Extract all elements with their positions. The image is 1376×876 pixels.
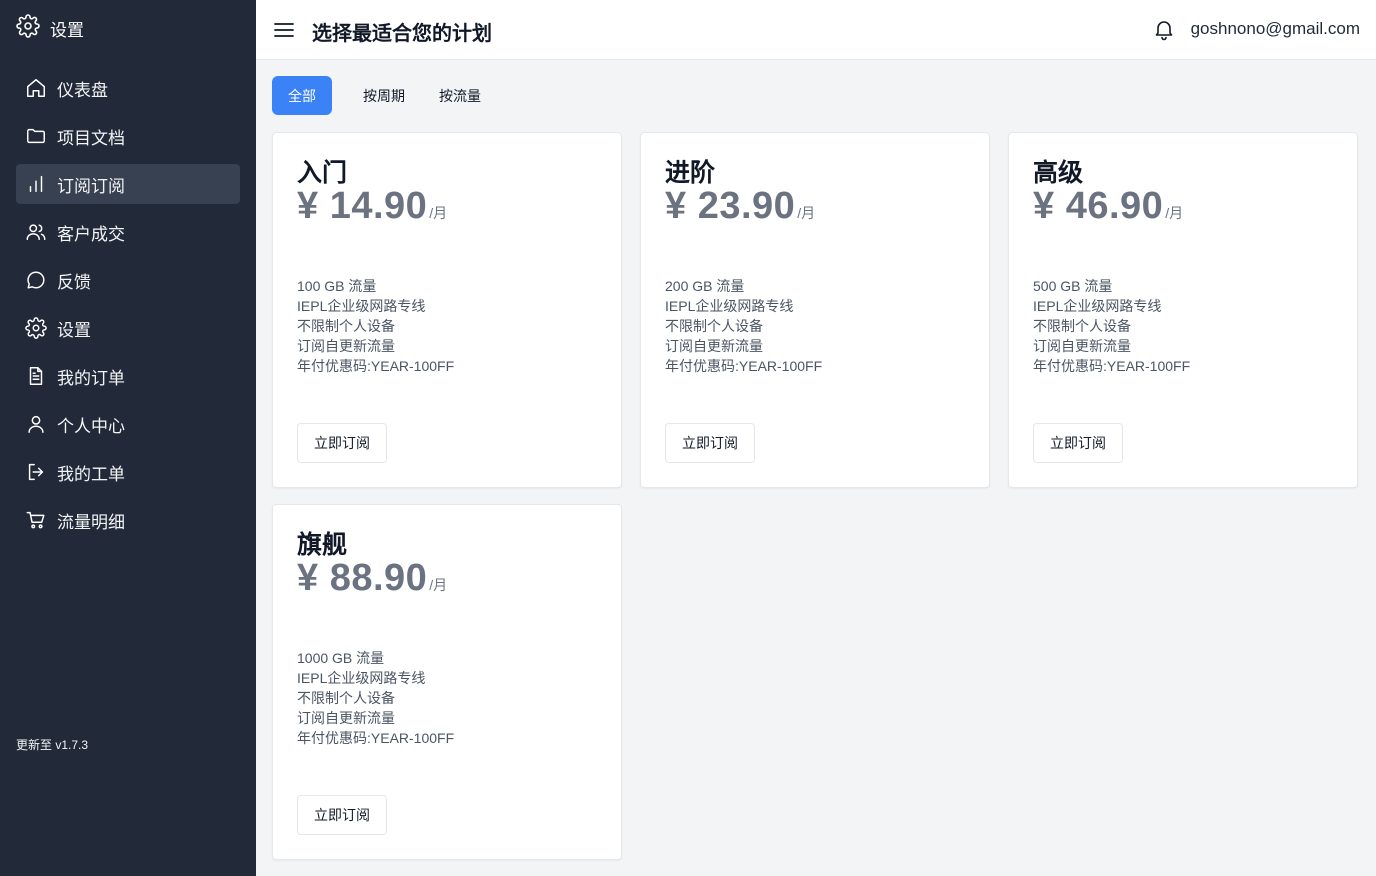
sidebar-item-dashboard[interactable]: 仪表盘 [16,68,240,108]
gear-icon [16,13,40,43]
bell-icon[interactable] [1152,17,1176,41]
sidebar-item-customers[interactable]: 客户成交 [16,212,240,252]
brand-label: 设置 [50,20,84,40]
sidebar-item-label: 个人中心 [57,416,125,436]
plan-name: 高级 [1033,159,1084,187]
sidebar-item-feedback[interactable]: 反馈 [16,260,240,300]
tab-by-period[interactable]: 按周期 [348,76,420,115]
sidebar-item-label: 流量明细 [57,512,125,532]
price-unit: /月 [1165,205,1184,221]
sidebar-item-label: 我的订单 [57,368,125,388]
plan-features: 200 GB 流量 IEPL企业级网路专线 不限制个人设备 订阅自更新流量 年付… [665,276,822,376]
plan-features: 500 GB 流量 IEPL企业级网路专线 不限制个人设备 订阅自更新流量 年付… [1033,276,1190,376]
sidebar-item-label: 反馈 [57,272,91,292]
cart-icon [25,509,47,531]
user-icon [25,413,47,435]
version-label: 更新至 v1.7.3 [16,738,89,752]
plan-price: ¥ 23.90 /月 [665,185,815,228]
plan-name: 入门 [297,159,348,187]
price-amount: ¥ 23.90 [665,185,796,227]
sidebar-item-label: 订阅订阅 [57,176,125,196]
sidebar-item-subscriptions[interactable]: 订阅订阅 [16,164,240,204]
price-unit: /月 [429,205,448,221]
plan-features: 100 GB 流量 IEPL企业级网路专线 不限制个人设备 订阅自更新流量 年付… [297,276,454,376]
subscribe-button[interactable]: 立即订阅 [1033,423,1123,463]
sidebar-item-label: 设置 [57,320,91,340]
plan-features: 1000 GB 流量 IEPL企业级网路专线 不限制个人设备 订阅自更新流量 年… [297,648,454,748]
feature-item: IEPL企业级网路专线 [297,298,426,314]
tab-all[interactable]: 全部 [272,76,332,115]
user-email[interactable]: goshnono@gmail.com [1191,19,1360,39]
gear-icon [25,317,47,339]
feature-item: 不限制个人设备 [665,318,763,334]
sidebar-brand[interactable]: 设置 [16,13,84,43]
sidebar: 设置 仪表盘 项目文档 订阅订阅 客户成交 反馈 设置 我的订单 个人中心 我的… [0,0,256,876]
chat-icon [25,269,47,291]
feature-item: 订阅自更新流量 [1033,338,1131,354]
plan-name: 进阶 [665,159,716,187]
plan-card: 高级 ¥ 46.90 /月 500 GB 流量 IEPL企业级网路专线 不限制个… [1008,132,1358,488]
sidebar-item-profile[interactable]: 个人中心 [16,404,240,444]
page-title: 选择最适合您的计划 [312,23,492,45]
sidebar-item-settings[interactable]: 设置 [16,308,240,348]
price-unit: /月 [429,577,448,593]
feature-item: 订阅自更新流量 [665,338,763,354]
price-amount: ¥ 46.90 [1033,185,1164,227]
price-unit: /月 [797,205,816,221]
sidebar-item-label: 客户成交 [57,224,125,244]
plan-price: ¥ 46.90 /月 [1033,185,1183,228]
bar-chart-icon [25,173,47,195]
feature-item: 不限制个人设备 [297,318,395,334]
feature-item: IEPL企业级网路专线 [1033,298,1162,314]
plan-filter-tabs: 全部 按周期 按流量 [272,76,500,115]
plan-card: 进阶 ¥ 23.90 /月 200 GB 流量 IEPL企业级网路专线 不限制个… [640,132,990,488]
home-icon [25,77,47,99]
sidebar-item-label: 项目文档 [57,128,125,148]
top-header: 选择最适合您的计划 goshnono@gmail.com [256,0,1376,60]
tab-by-traffic[interactable]: 按流量 [424,76,496,115]
price-amount: ¥ 14.90 [297,185,428,227]
menu-icon[interactable] [272,18,296,42]
feature-item: 订阅自更新流量 [297,338,395,354]
folder-icon [25,125,47,147]
feature-item: 订阅自更新流量 [297,710,395,726]
feature-item: 不限制个人设备 [297,690,395,706]
feature-item: 不限制个人设备 [1033,318,1131,334]
feature-item: 100 GB 流量 [297,278,377,294]
sidebar-item-traffic[interactable]: 流量明细 [16,500,240,540]
sidebar-item-tickets[interactable]: 我的工单 [16,452,240,492]
subscribe-button[interactable]: 立即订阅 [665,423,755,463]
plan-card: 入门 ¥ 14.90 /月 100 GB 流量 IEPL企业级网路专线 不限制个… [272,132,622,488]
feature-item: 年付优惠码:YEAR-100FF [297,358,455,374]
feature-item: IEPL企业级网路专线 [665,298,794,314]
feature-item: 500 GB 流量 [1033,278,1113,294]
subscribe-button[interactable]: 立即订阅 [297,423,387,463]
price-amount: ¥ 88.90 [297,557,428,599]
plan-name: 旗舰 [297,531,348,559]
document-icon [25,365,47,387]
users-icon [25,221,47,243]
sidebar-item-docs[interactable]: 项目文档 [16,116,240,156]
feature-item: 1000 GB 流量 [297,650,385,666]
feature-item: 年付优惠码:YEAR-100FF [1033,358,1191,374]
feature-item: 年付优惠码:YEAR-100FF [665,358,823,374]
feature-item: 年付优惠码:YEAR-100FF [297,730,455,746]
sidebar-item-label: 仪表盘 [57,80,108,100]
plan-price: ¥ 88.90 /月 [297,557,447,600]
feature-item: 200 GB 流量 [665,278,745,294]
subscribe-button[interactable]: 立即订阅 [297,795,387,835]
sidebar-item-label: 我的工单 [57,464,125,484]
plan-card: 旗舰 ¥ 88.90 /月 1000 GB 流量 IEPL企业级网路专线 不限制… [272,504,622,860]
feature-item: IEPL企业级网路专线 [297,670,426,686]
sidebar-nav: 仪表盘 项目文档 订阅订阅 客户成交 反馈 设置 我的订单 个人中心 我的工单 … [16,68,240,548]
plan-price: ¥ 14.90 /月 [297,185,447,228]
logout-icon [25,461,47,483]
sidebar-item-orders[interactable]: 我的订单 [16,356,240,396]
